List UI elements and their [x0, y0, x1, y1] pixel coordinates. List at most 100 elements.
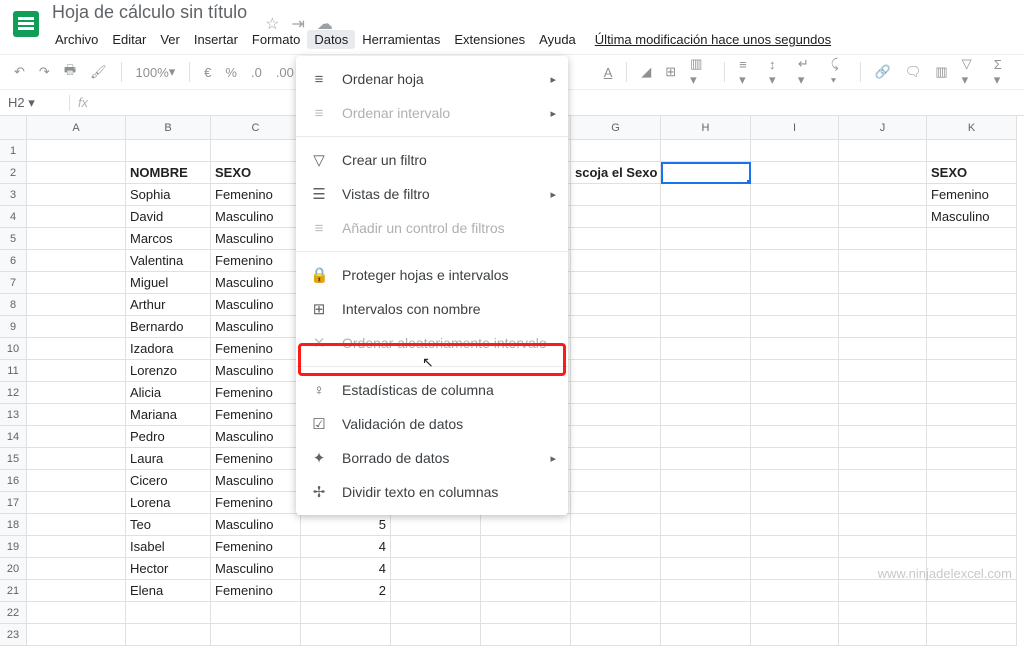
cell-A22[interactable]	[27, 602, 126, 624]
filter-icon[interactable]: ▽ ▾	[958, 53, 984, 91]
menu-item-validaci-n-de-datos[interactable]: ☑Validación de datos	[296, 407, 568, 441]
cell-I9[interactable]	[751, 316, 839, 338]
h-align-icon[interactable]: ≡ ▾	[735, 54, 759, 91]
row-header[interactable]: 7	[0, 272, 27, 294]
cell-J6[interactable]	[839, 250, 927, 272]
cell-G18[interactable]	[571, 514, 661, 536]
row-header[interactable]: 4	[0, 206, 27, 228]
cell-B14[interactable]: Pedro	[126, 426, 211, 448]
cell-G22[interactable]	[571, 602, 661, 624]
cell-B21[interactable]: Elena	[126, 580, 211, 602]
cell-J14[interactable]	[839, 426, 927, 448]
cell-J22[interactable]	[839, 602, 927, 624]
cell-A11[interactable]	[27, 360, 126, 382]
cell-G23[interactable]	[571, 624, 661, 646]
cell-J10[interactable]	[839, 338, 927, 360]
cell-K1[interactable]	[927, 140, 1017, 162]
cell-I12[interactable]	[751, 382, 839, 404]
cell-E19[interactable]	[391, 536, 481, 558]
cell-J4[interactable]	[839, 206, 927, 228]
cell-A9[interactable]	[27, 316, 126, 338]
cell-H15[interactable]	[661, 448, 751, 470]
cell-B8[interactable]: Arthur	[126, 294, 211, 316]
cell-G21[interactable]	[571, 580, 661, 602]
sheets-logo[interactable]	[10, 8, 42, 40]
cell-A7[interactable]	[27, 272, 126, 294]
cell-H2[interactable]	[661, 162, 751, 184]
cell-H7[interactable]	[661, 272, 751, 294]
cell-I3[interactable]	[751, 184, 839, 206]
row-header[interactable]: 2	[0, 162, 27, 184]
cell-C23[interactable]	[211, 624, 301, 646]
cell-A6[interactable]	[27, 250, 126, 272]
cell-K19[interactable]	[927, 536, 1017, 558]
cell-G16[interactable]	[571, 470, 661, 492]
cell-J13[interactable]	[839, 404, 927, 426]
cell-C20[interactable]: Masculino	[211, 558, 301, 580]
row-header[interactable]: 12	[0, 382, 27, 404]
cell-I21[interactable]	[751, 580, 839, 602]
menu-item-ordenar-hoja[interactable]: ≡Ordenar hoja▸	[296, 62, 568, 96]
chart-icon[interactable]: ▥	[931, 61, 951, 83]
menu-datos[interactable]: Datos	[307, 30, 355, 49]
row-header[interactable]: 8	[0, 294, 27, 316]
row-header[interactable]: 13	[0, 404, 27, 426]
cell-I14[interactable]	[751, 426, 839, 448]
row-header[interactable]: 10	[0, 338, 27, 360]
cell-J18[interactable]	[839, 514, 927, 536]
cell-C21[interactable]: Femenino	[211, 580, 301, 602]
cell-J5[interactable]	[839, 228, 927, 250]
col-header[interactable]: A	[27, 116, 126, 140]
cell-B9[interactable]: Bernardo	[126, 316, 211, 338]
cell-E18[interactable]	[391, 514, 481, 536]
cell-J2[interactable]	[839, 162, 927, 184]
cell-G11[interactable]	[571, 360, 661, 382]
cell-H23[interactable]	[661, 624, 751, 646]
cell-A8[interactable]	[27, 294, 126, 316]
cell-A23[interactable]	[27, 624, 126, 646]
cell-J16[interactable]	[839, 470, 927, 492]
cell-A14[interactable]	[27, 426, 126, 448]
menu-item-borrado-de-datos[interactable]: ✦Borrado de datos▸	[296, 441, 568, 475]
menu-ayuda[interactable]: Ayuda	[532, 30, 583, 49]
cell-D18[interactable]: 5	[301, 514, 391, 536]
document-title[interactable]: Hoja de cálculo sin título	[52, 2, 247, 23]
cell-H11[interactable]	[661, 360, 751, 382]
cell-K2[interactable]: SEXO	[927, 162, 1017, 184]
select-all-corner[interactable]	[0, 116, 27, 140]
cell-H19[interactable]	[661, 536, 751, 558]
fill-color-icon[interactable]: ◢	[637, 61, 655, 83]
menu-item-dividir-texto-en-columnas[interactable]: ✢Dividir texto en columnas	[296, 475, 568, 509]
cell-K16[interactable]	[927, 470, 1017, 492]
cell-J1[interactable]	[839, 140, 927, 162]
dec-decrease-button[interactable]: .0	[247, 62, 266, 83]
cell-B10[interactable]: Izadora	[126, 338, 211, 360]
cell-I15[interactable]	[751, 448, 839, 470]
comment-icon[interactable]: 🗨	[901, 61, 926, 83]
cell-E22[interactable]	[391, 602, 481, 624]
cell-I8[interactable]	[751, 294, 839, 316]
cell-F18[interactable]	[481, 514, 571, 536]
cell-G5[interactable]	[571, 228, 661, 250]
cell-H20[interactable]	[661, 558, 751, 580]
cell-J9[interactable]	[839, 316, 927, 338]
cell-I4[interactable]	[751, 206, 839, 228]
cell-C9[interactable]: Masculino	[211, 316, 301, 338]
cell-B4[interactable]: David	[126, 206, 211, 228]
cell-H8[interactable]	[661, 294, 751, 316]
cell-B22[interactable]	[126, 602, 211, 624]
cell-B13[interactable]: Mariana	[126, 404, 211, 426]
cell-G9[interactable]	[571, 316, 661, 338]
cell-J23[interactable]	[839, 624, 927, 646]
cell-A5[interactable]	[27, 228, 126, 250]
percent-button[interactable]: %	[221, 62, 241, 83]
cell-H4[interactable]	[661, 206, 751, 228]
cell-C3[interactable]: Femenino	[211, 184, 301, 206]
cell-G3[interactable]	[571, 184, 661, 206]
row-header[interactable]: 1	[0, 140, 27, 162]
cell-I6[interactable]	[751, 250, 839, 272]
cell-I17[interactable]	[751, 492, 839, 514]
cell-K6[interactable]	[927, 250, 1017, 272]
cell-G8[interactable]	[571, 294, 661, 316]
cell-C4[interactable]: Masculino	[211, 206, 301, 228]
